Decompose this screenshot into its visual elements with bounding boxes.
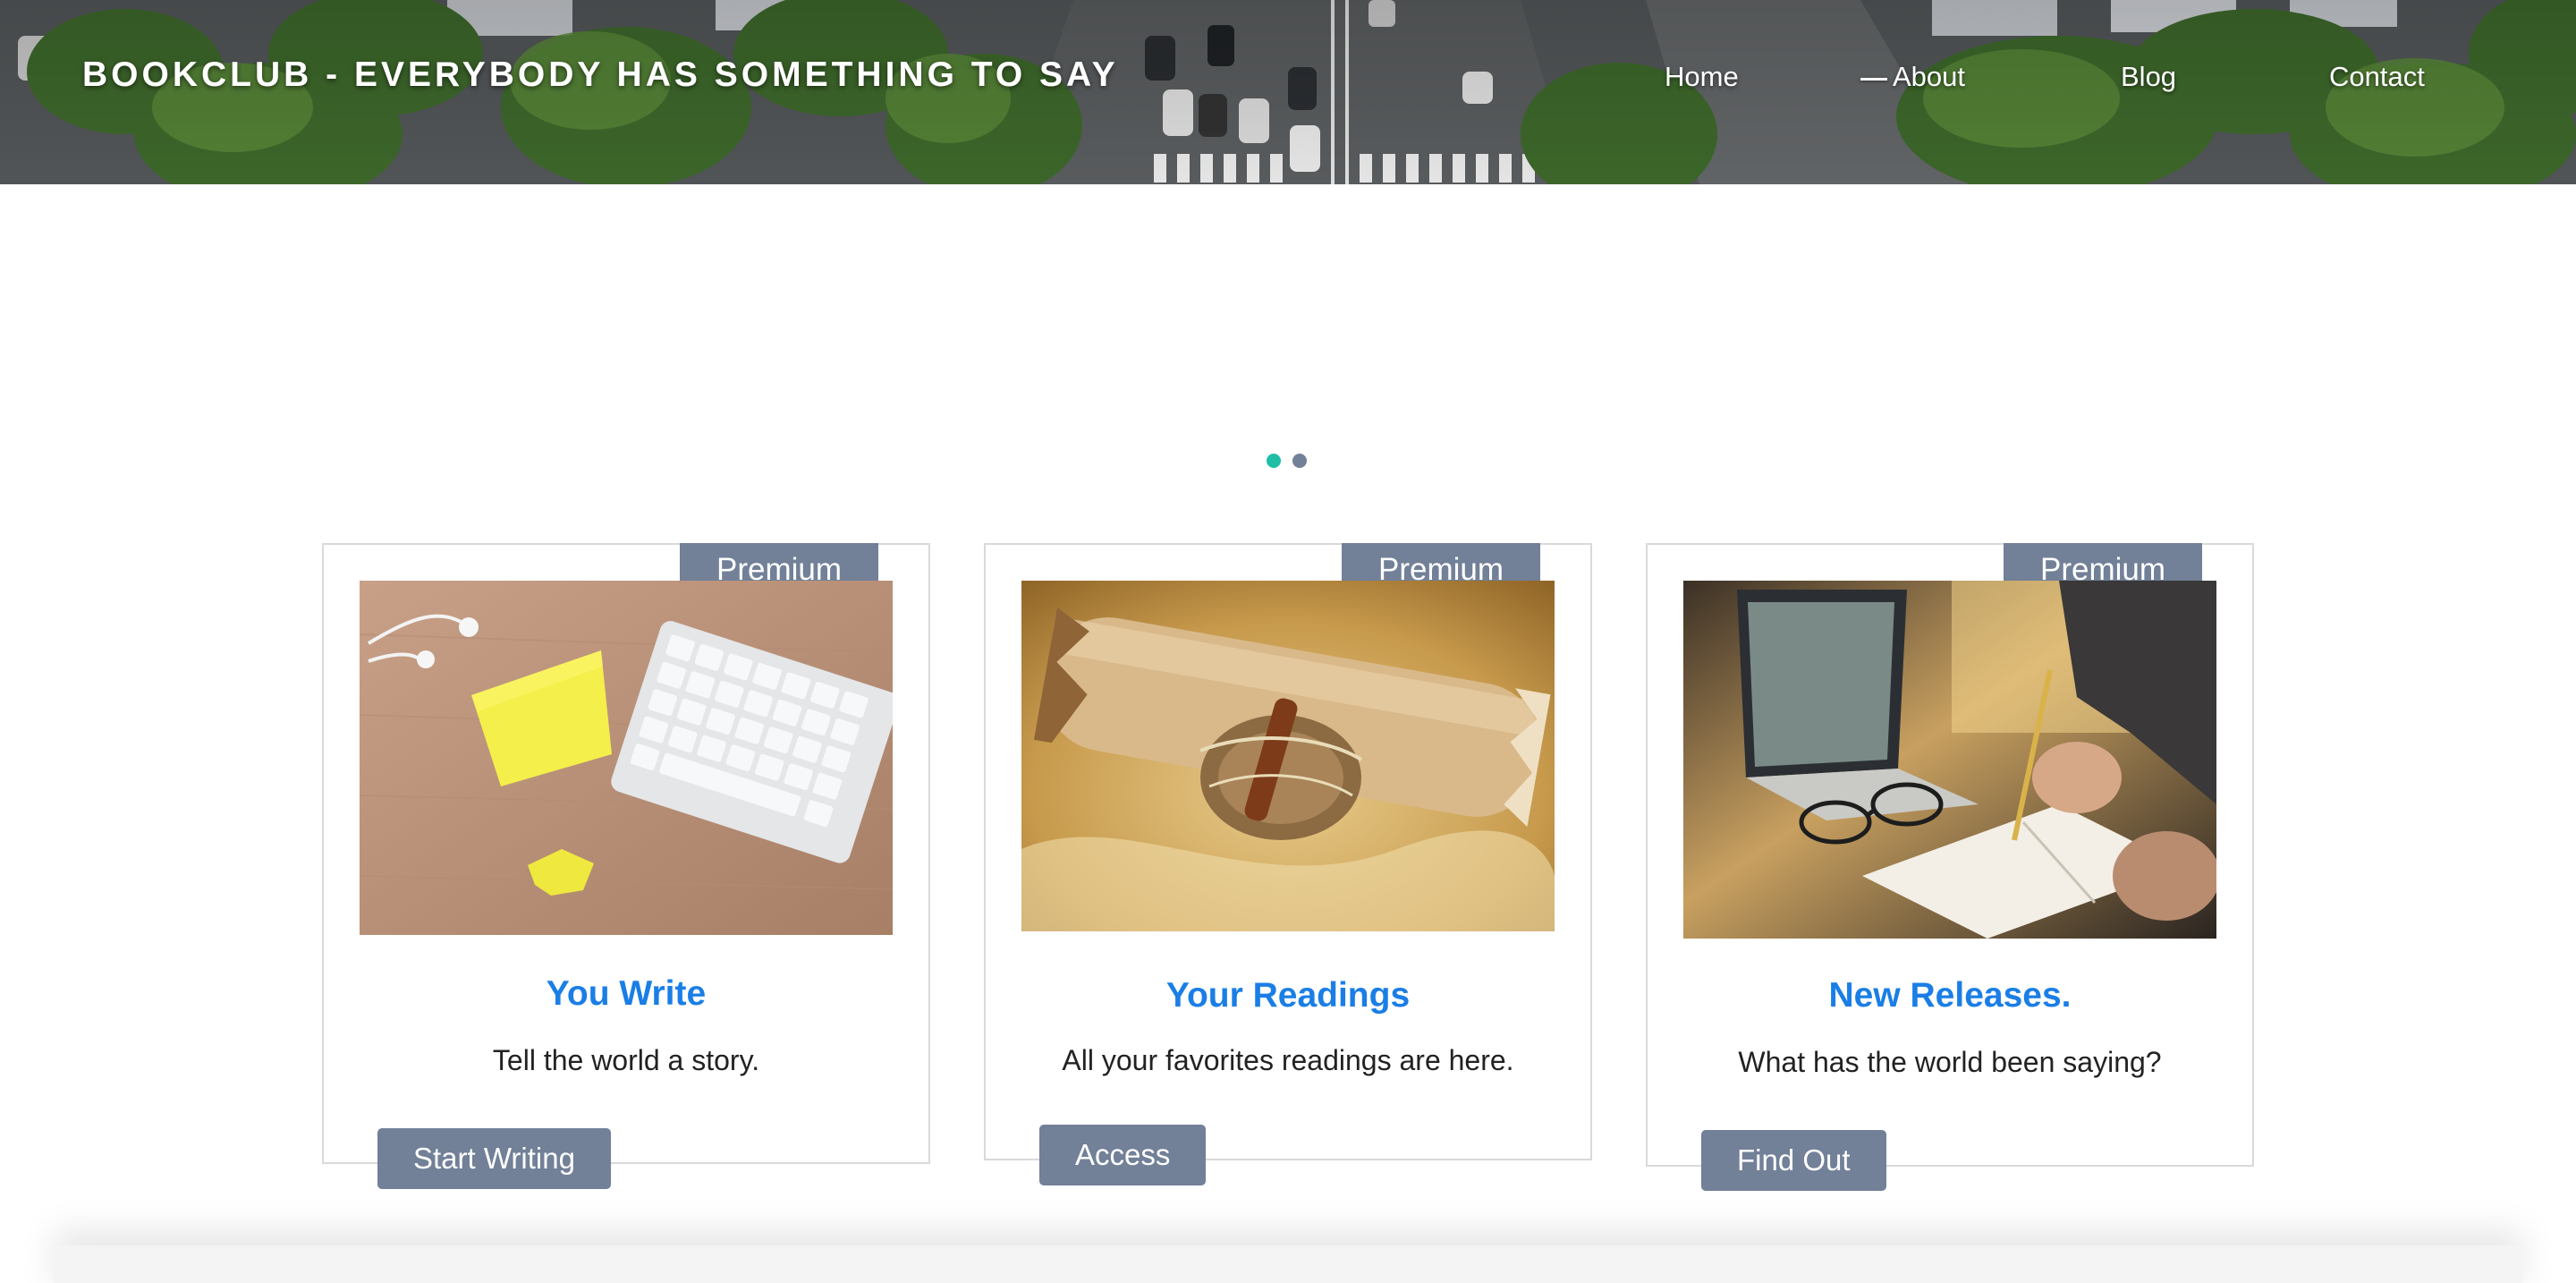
card-title[interactable]: You Write [324, 974, 928, 1014]
nav-link-home[interactable]: Home [1665, 61, 1739, 93]
carousel-dot-2[interactable] [1292, 454, 1307, 468]
find-out-button[interactable]: Find Out [1701, 1130, 1886, 1191]
card-image-parchment-scroll [1021, 581, 1555, 931]
nav-link-contact[interactable]: Contact [2329, 61, 2425, 93]
card-title[interactable]: Your Readings [986, 976, 1590, 1015]
card-you-write: Premium You Write Tell the world a story… [322, 543, 930, 1189]
card-image-person-writing [1683, 581, 2216, 939]
nav-link-blog[interactable]: Blog [2121, 61, 2176, 93]
card-new-releases: Premium New Releases. What has the world… [1646, 543, 2254, 1191]
nav-active-indicator [1860, 78, 1887, 81]
card-description: Tell the world a story. [492, 1044, 760, 1076]
card-image-desk-keyboard [360, 581, 893, 935]
site-header: BOOKCLUB - EVERYBODY HAS SOMETHING TO SA… [0, 0, 2576, 184]
carousel-dot-1[interactable] [1267, 454, 1281, 468]
section-shadow-divider [54, 1245, 2522, 1283]
card-title[interactable]: New Releases. [1648, 976, 2252, 1015]
start-writing-button[interactable]: Start Writing [377, 1128, 611, 1189]
card-description: All your favorites readings are here. [1062, 1044, 1514, 1076]
nav-link-about[interactable]: About [1893, 61, 1965, 93]
main-nav: Home About Blog Contact [0, 61, 2576, 97]
access-button[interactable]: Access [1039, 1125, 1207, 1185]
card-your-readings: Premium Your Readings All your favorites… [984, 543, 1592, 1185]
card-description: What has the world been saying? [1738, 1046, 2162, 1078]
